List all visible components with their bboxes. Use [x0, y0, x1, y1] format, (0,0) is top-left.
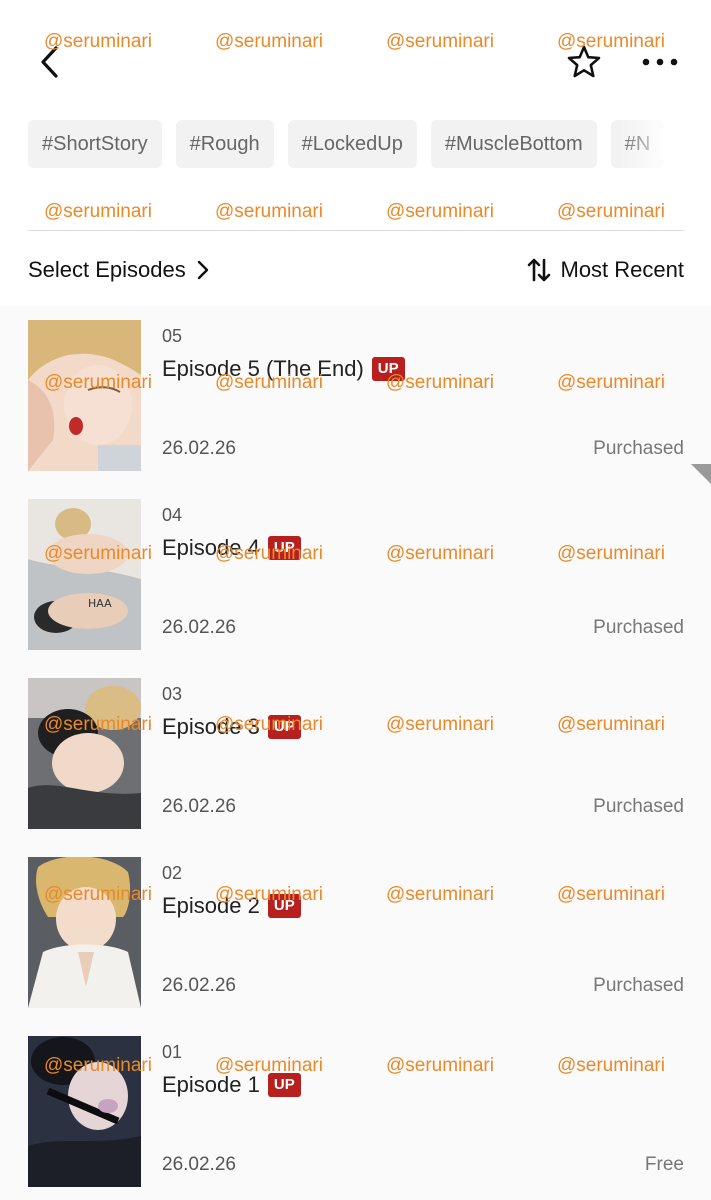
favorite-button[interactable] — [564, 42, 604, 82]
tag-chip[interactable]: #N — [610, 120, 665, 168]
episode-status: Purchased — [593, 438, 684, 459]
chevron-left-icon — [41, 46, 58, 78]
more-options-button[interactable] — [638, 44, 682, 80]
tag-chip[interactable]: #LockedUp — [287, 120, 417, 168]
star-outline-icon — [567, 45, 601, 78]
episode-title: Episode 1 — [162, 1072, 260, 1097]
episode-date: 26.02.26 — [162, 438, 236, 459]
episode-status: Purchased — [593, 617, 684, 638]
episode-thumbnail — [28, 857, 141, 1008]
episode-title: Episode 4 — [162, 535, 260, 560]
episode-title-row: Episode 4 UP — [162, 535, 301, 561]
episode-thumbnail — [28, 678, 141, 829]
episode-row[interactable]: HAA 04 Episode 4 UP 26.02.26 Purchased — [0, 485, 711, 664]
select-episodes-button[interactable]: Select Episodes — [28, 254, 210, 286]
episode-row[interactable]: 05 Episode 5 (The End) UP 26.02.26 Purch… — [0, 306, 711, 485]
up-badge: UP — [371, 357, 405, 381]
sort-arrows-icon — [527, 258, 550, 282]
episode-title: Episode 3 — [162, 714, 260, 739]
episode-number: 02 — [162, 863, 183, 883]
select-episodes-label: Select Episodes — [28, 257, 186, 282]
up-badge: UP — [267, 1073, 301, 1097]
sort-label: Most Recent — [560, 257, 685, 282]
episode-thumbnail: HAA — [28, 499, 141, 650]
tag-list: #ShortStory #Rough #LockedUp #MuscleBott… — [28, 120, 668, 168]
episode-status: Free — [644, 1154, 684, 1175]
episode-status: Purchased — [593, 796, 684, 817]
episode-status: Purchased — [593, 975, 684, 996]
back-button[interactable] — [34, 42, 70, 82]
more-horizontal-icon — [642, 58, 678, 66]
episode-date: 26.02.26 — [162, 796, 236, 817]
episode-title-row: Episode 5 (The End) UP — [162, 356, 405, 382]
episode-thumbnail — [28, 1036, 141, 1187]
up-badge: UP — [267, 894, 301, 918]
up-badge: UP — [267, 536, 301, 560]
divider — [28, 230, 684, 231]
episode-date: 26.02.26 — [162, 975, 236, 996]
episode-title-row: Episode 3 UP — [162, 714, 301, 740]
episode-number: 05 — [162, 326, 183, 346]
episode-row[interactable]: 01 Episode 1 UP 26.02.26 Free — [0, 1022, 711, 1200]
episode-row[interactable]: 02 Episode 2 UP 26.02.26 Purchased — [0, 843, 711, 1022]
sort-button[interactable]: Most Recent — [527, 254, 685, 286]
tag-chip[interactable]: #ShortStory — [28, 120, 162, 168]
tag-chip[interactable]: #MuscleBottom — [430, 120, 597, 168]
episode-title: Episode 2 — [162, 893, 260, 918]
episode-title-row: Episode 1 UP — [162, 1072, 301, 1098]
chevron-right-icon — [197, 260, 208, 280]
episode-number: 04 — [162, 505, 183, 525]
episode-date: 26.02.26 — [162, 1154, 236, 1175]
episode-date: 26.02.26 — [162, 617, 236, 638]
episode-thumbnail — [28, 320, 141, 471]
scroll-corner-marker — [691, 464, 711, 484]
episode-title: Episode 5 (The End) — [162, 356, 364, 381]
up-badge: UP — [267, 715, 301, 739]
episode-number: 01 — [162, 1042, 183, 1062]
svg-text:HAA: HAA — [88, 597, 112, 610]
episode-row[interactable]: 03 Episode 3 UP 26.02.26 Purchased — [0, 664, 711, 843]
episode-title-row: Episode 2 UP — [162, 893, 301, 919]
tag-chip[interactable]: #Rough — [175, 120, 274, 168]
episode-number: 03 — [162, 684, 183, 704]
